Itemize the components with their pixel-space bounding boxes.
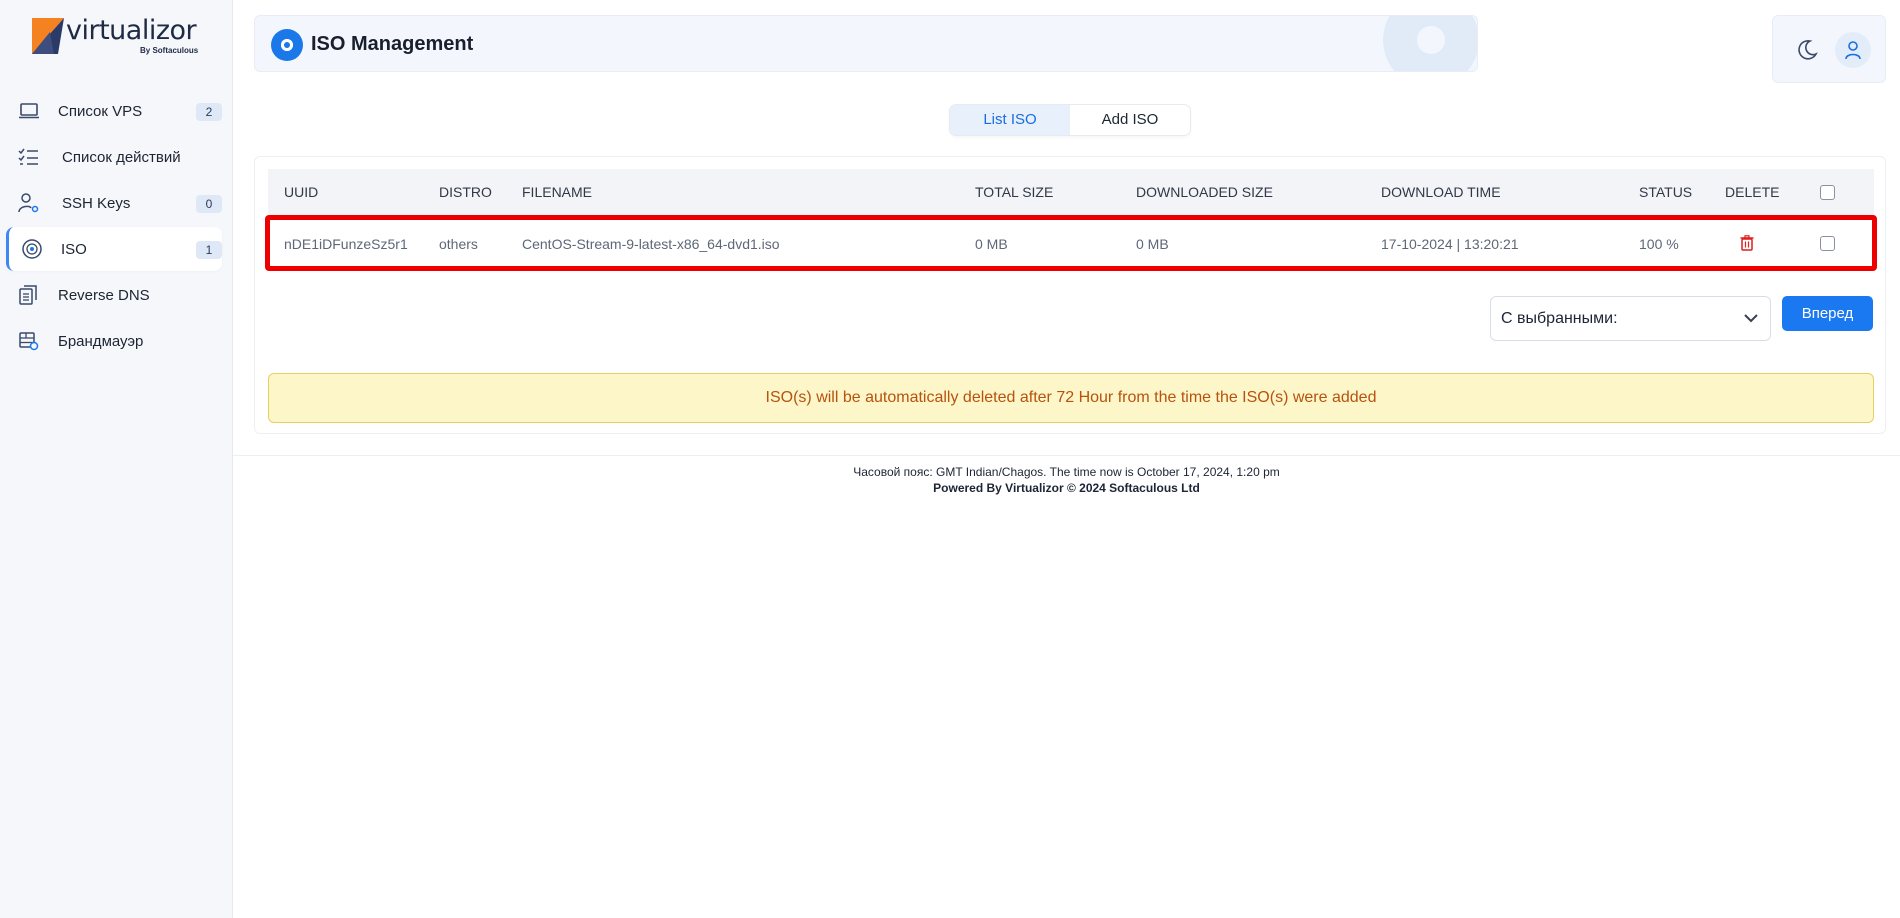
user-menu-button[interactable]	[1835, 32, 1871, 68]
tab-list-iso[interactable]: List ISO	[950, 105, 1070, 135]
firewall-icon	[19, 332, 39, 351]
cell-download-time: 17-10-2024 | 13:20:21	[1381, 236, 1519, 252]
count-badge: 0	[196, 195, 222, 213]
header-actions	[1772, 15, 1886, 83]
row-select-checkbox[interactable]	[1820, 236, 1835, 251]
sidebar-item-label: SSH Keys	[62, 194, 131, 212]
cell-total-size: 0 MB	[975, 236, 1008, 252]
sidebar-nav: Список VPS 2 Список действий SSH Keys 0	[6, 89, 222, 365]
column-header-status[interactable]: STATUS	[1639, 184, 1692, 200]
cell-downloaded-size: 0 MB	[1136, 236, 1169, 252]
page-title: ISO Management	[311, 33, 474, 55]
sidebar-item-iso[interactable]: ISO 1	[6, 227, 222, 271]
footer: Часовой пояс: GMT Indian/Chagos. The tim…	[233, 464, 1900, 496]
footer-timezone: Часовой пояс: GMT Indian/Chagos. The tim…	[853, 465, 1280, 479]
sidebar-item-label: Список VPS	[58, 102, 143, 120]
sidebar-item-vps-list[interactable]: Список VPS 2	[6, 89, 222, 133]
disc-watermark-icon	[1383, 16, 1477, 71]
logo[interactable]: virtualizor By Softaculous	[32, 15, 202, 56]
documents-icon	[19, 285, 37, 305]
iso-tabs: List ISO Add ISO	[950, 105, 1190, 135]
table-row: nDE1iDFunzeSz5r1 others CentOS-Stream-9-…	[268, 219, 1874, 267]
table-header: UUID DISTRO FILENAME TOTAL SIZE DOWNLOAD…	[268, 169, 1874, 215]
trash-icon[interactable]	[1740, 235, 1754, 251]
select-all-checkbox[interactable]	[1820, 185, 1835, 200]
tab-add-iso[interactable]: Add ISO	[1070, 105, 1190, 135]
bulk-action-selected-value: С выбранными:	[1501, 310, 1618, 327]
cell-uuid: nDE1iDFunzeSz5r1	[284, 236, 408, 252]
sidebar-item-firewall[interactable]: Брандмауэр	[6, 319, 222, 363]
laptop-icon	[19, 103, 39, 119]
column-header-uuid[interactable]: UUID	[284, 184, 318, 200]
sidebar-item-label: Список действий	[62, 148, 181, 166]
disc-icon	[271, 29, 303, 61]
column-header-downloaded-size[interactable]: DOWNLOADED SIZE	[1136, 184, 1273, 200]
column-header-distro[interactable]: DISTRO	[439, 184, 492, 200]
sidebar-item-label: ISO	[61, 240, 87, 258]
checklist-icon	[18, 148, 38, 165]
footer-powered-by: Powered By Virtualizor © 2024 Softaculou…	[933, 481, 1200, 495]
logo-text: virtualizor	[66, 15, 197, 46]
sidebar-item-label: Reverse DNS	[58, 286, 150, 304]
virtualizor-logo-icon	[32, 18, 64, 54]
moon-icon[interactable]	[1795, 38, 1819, 62]
auto-delete-alert: ISO(s) will be automatically deleted aft…	[268, 373, 1874, 423]
cell-status: 100 %	[1639, 236, 1679, 252]
column-header-filename[interactable]: FILENAME	[522, 184, 592, 200]
user-icon	[1845, 41, 1861, 60]
footer-divider	[233, 455, 1900, 456]
iso-list-card: UUID DISTRO FILENAME TOTAL SIZE DOWNLOAD…	[254, 156, 1886, 434]
page-header: ISO Management	[254, 15, 1478, 72]
sidebar-item-ssh-keys[interactable]: SSH Keys 0	[6, 181, 222, 225]
sidebar-item-reverse-dns[interactable]: Reverse DNS	[6, 273, 222, 317]
count-badge: 1	[196, 241, 222, 259]
logo-subtitle: By Softaculous	[140, 46, 199, 55]
sidebar-item-label: Брандмауэр	[58, 332, 144, 350]
column-header-delete: DELETE	[1725, 184, 1780, 200]
bulk-go-button[interactable]: Вперед	[1782, 296, 1873, 331]
count-badge: 2	[196, 103, 222, 121]
bulk-action-select[interactable]: С выбранными:	[1490, 296, 1771, 341]
cell-filename: CentOS-Stream-9-latest-x86_64-dvd1.iso	[522, 236, 780, 252]
disc-icon	[22, 239, 42, 259]
column-header-total-size[interactable]: TOTAL SIZE	[975, 184, 1053, 200]
user-key-icon	[18, 193, 39, 213]
column-header-download-time[interactable]: DOWNLOAD TIME	[1381, 184, 1501, 200]
cell-distro: others	[439, 236, 478, 252]
sidebar: virtualizor By Softaculous Список VPS 2 …	[0, 0, 233, 918]
chevron-down-icon	[1744, 314, 1758, 323]
sidebar-item-actions-list[interactable]: Список действий	[6, 135, 222, 179]
